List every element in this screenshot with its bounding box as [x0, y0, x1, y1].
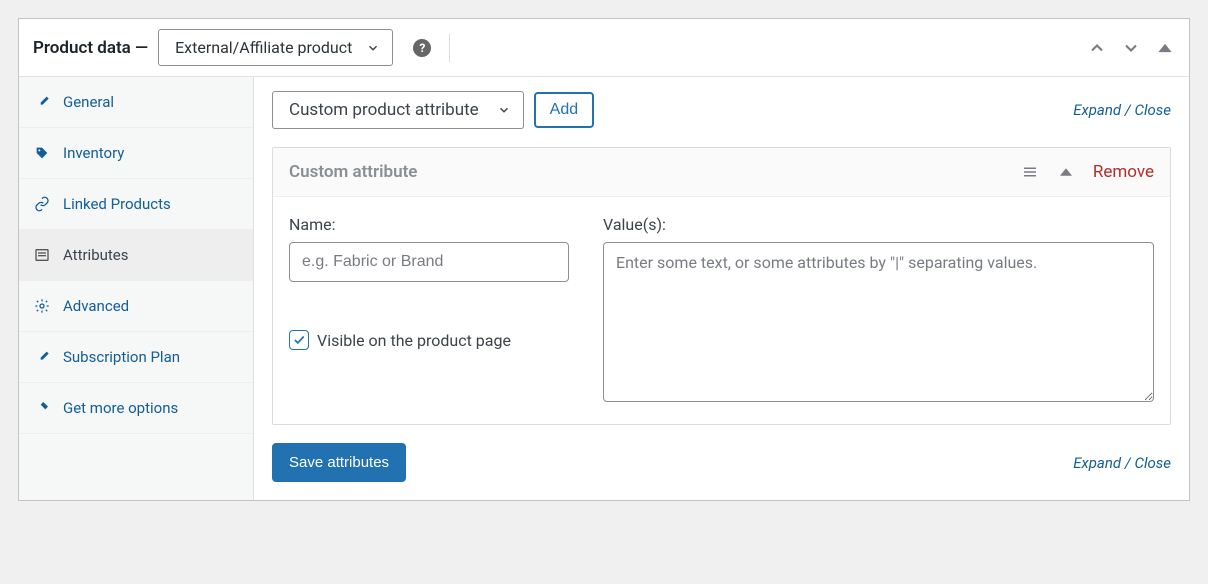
visible-checkbox[interactable] [289, 330, 309, 350]
chevron-down-icon [497, 103, 511, 117]
sidebar-item-label: Get more options [63, 399, 178, 417]
expand-close-bottom: Expand / Close [1073, 454, 1171, 472]
visible-checkbox-label: Visible on the product page [317, 331, 511, 350]
move-down-icon[interactable] [1121, 38, 1141, 58]
main-content: Custom product attribute Add Expand / Cl… [254, 77, 1189, 500]
link-icon [33, 195, 51, 213]
sidebar-item-general[interactable]: General [19, 77, 253, 128]
tools-icon [33, 399, 51, 417]
expand-close-sep: / [1121, 454, 1134, 472]
save-attributes-button[interactable]: Save attributes [272, 443, 406, 482]
sidebar-item-label: Attributes [63, 246, 129, 264]
attribute-bottom-controls: Save attributes Expand / Close [272, 443, 1171, 482]
remove-attribute-link[interactable]: Remove [1093, 162, 1154, 182]
visible-checkbox-row[interactable]: Visible on the product page [289, 330, 569, 350]
attribute-panel-header[interactable]: Custom attribute Remove [273, 148, 1170, 197]
sidebar-item-label: Advanced [63, 297, 129, 315]
expand-link[interactable]: Expand [1073, 101, 1121, 119]
sidebar-item-linked-products[interactable]: Linked Products [19, 179, 253, 230]
sidebar-item-attributes[interactable]: Attributes [19, 230, 253, 281]
attribute-values-textarea[interactable] [603, 242, 1154, 402]
name-label: Name: [289, 215, 569, 234]
sidebar: General Inventory Linked Products Attrib… [19, 77, 254, 500]
panel-header: Product data — External/Affiliate produc… [19, 19, 1189, 77]
sidebar-item-subscription-plan[interactable]: Subscription Plan [19, 332, 253, 383]
panel-title: Product data — [33, 38, 148, 58]
collapse-panel-icon[interactable] [1155, 38, 1175, 58]
product-type-select[interactable]: External/Affiliate product [158, 29, 393, 66]
product-type-value: External/Affiliate product [175, 38, 352, 57]
check-icon [292, 333, 306, 347]
attribute-panel-actions: Remove [1021, 162, 1154, 182]
chevron-down-icon [366, 41, 380, 55]
sidebar-item-label: Subscription Plan [63, 348, 180, 366]
values-label: Value(s): [603, 215, 1154, 234]
drag-handle-icon[interactable] [1021, 163, 1039, 181]
attribute-name-input[interactable] [289, 242, 569, 282]
wrench-icon [33, 93, 51, 111]
sidebar-item-inventory[interactable]: Inventory [19, 128, 253, 179]
attribute-type-select[interactable]: Custom product attribute [272, 91, 524, 129]
sidebar-item-get-more[interactable]: Get more options [19, 383, 253, 434]
add-attribute-button[interactable]: Add [534, 92, 594, 128]
expand-close-top: Expand / Close [1073, 101, 1171, 119]
panel-header-controls [1087, 38, 1175, 58]
divider [449, 34, 450, 62]
wrench-icon [33, 348, 51, 366]
attribute-top-controls: Custom product attribute Add Expand / Cl… [272, 91, 1171, 129]
expand-close-sep: / [1121, 101, 1134, 119]
attribute-values-column: Value(s): [603, 215, 1154, 406]
sidebar-item-label: Linked Products [63, 195, 171, 213]
attribute-panel: Custom attribute Remove Name: [272, 147, 1171, 425]
move-up-icon[interactable] [1087, 38, 1107, 58]
close-link[interactable]: Close [1134, 454, 1171, 472]
product-data-panel: Product data — External/Affiliate produc… [18, 18, 1190, 501]
sidebar-item-advanced[interactable]: Advanced [19, 281, 253, 332]
expand-link[interactable]: Expand [1073, 454, 1121, 472]
attribute-type-value: Custom product attribute [289, 100, 479, 120]
sidebar-item-label: Inventory [63, 144, 124, 162]
help-icon[interactable]: ? [413, 39, 431, 57]
attribute-panel-title: Custom attribute [289, 162, 417, 182]
tag-icon [33, 144, 51, 162]
collapse-attribute-icon[interactable] [1057, 163, 1075, 181]
list-icon [33, 246, 51, 264]
attribute-panel-body: Name: Visible on the product page Value(… [273, 197, 1170, 424]
gear-icon [33, 297, 51, 315]
close-link[interactable]: Close [1134, 101, 1171, 119]
sidebar-item-label: General [63, 93, 114, 111]
panel-body: General Inventory Linked Products Attrib… [19, 77, 1189, 500]
attribute-name-column: Name: Visible on the product page [289, 215, 569, 406]
